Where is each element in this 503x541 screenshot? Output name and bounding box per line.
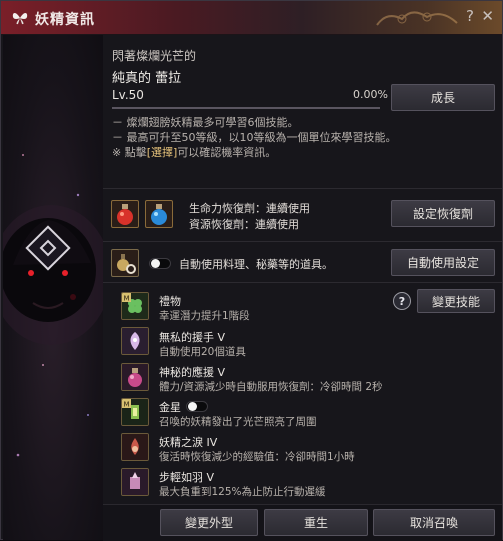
change-look-button[interactable]: 變更外型 [160, 509, 258, 536]
skill-desc: 復活時恢復減少的經驗值：冷卻時間1小時 [159, 451, 355, 463]
toggle-knob [151, 259, 160, 268]
feather-icon [122, 469, 148, 495]
skill-title: 無私的援手 V [159, 331, 226, 344]
auto-use-toggle[interactable] [149, 258, 171, 269]
window-title: 妖精資訊 [35, 12, 95, 28]
fairy-name: 純真的 蕾拉 [112, 71, 182, 86]
toggle-knob [188, 402, 197, 411]
fairy-info-window: 妖精資訊 ? ✕ 閃著燦爛光芒的 純真的 蕾拉 Lv.50 0.00% 成長 －… [0, 0, 503, 541]
fairy-content: 閃著燦爛光芒的 純真的 蕾拉 Lv.50 0.00% 成長 － 燦爛翅膀妖精最多… [103, 35, 502, 540]
note-suffix: 可以確認機率資訊。 [177, 146, 277, 159]
potion-bottle-icon [122, 364, 148, 390]
skill-title: 禮物 [159, 295, 181, 308]
note-probability: ※ 點擊[選擇]可以確認機率資訊。 [112, 145, 276, 160]
clover-icon: M [122, 293, 148, 319]
fairy-portrait [3, 35, 103, 540]
cancel-summon-button[interactable]: 取消召喚 [373, 509, 495, 536]
skill-desc: 最大負重到125%為止防止行動遲緩 [159, 486, 326, 498]
exp-percent: 0.00% [353, 88, 388, 101]
skill-title: 金星 [159, 401, 181, 414]
skill-icon-slot[interactable]: M [121, 292, 149, 320]
svg-text:M: M [124, 295, 130, 303]
gear-bottle-icon [117, 254, 136, 274]
hp-recovery-label: 生命力恢復劑：連續使用 [189, 202, 310, 215]
hp-potion-icon [117, 204, 133, 225]
lantern-icon: M [122, 399, 148, 425]
grow-button[interactable]: 成長 [391, 84, 495, 111]
close-icon[interactable]: ✕ [481, 7, 494, 25]
auto-item-slot[interactable] [111, 249, 139, 277]
skill-title: 步輕如羽 V [159, 471, 215, 484]
skill-light-toggle[interactable] [186, 401, 208, 412]
select-link[interactable]: [選擇] [147, 146, 178, 159]
skill-desc: 幸運潛力提升1階段 [159, 310, 250, 322]
skill-icon-slot[interactable] [121, 327, 149, 355]
hp-potion-slot[interactable] [111, 200, 139, 228]
svg-text:M: M [124, 401, 130, 409]
skill-title: 神秘的應援 V [159, 366, 226, 379]
fairy-hand-icon [122, 328, 148, 354]
skill-icon-slot[interactable] [121, 363, 149, 391]
set-recovery-button[interactable]: 設定恢復劑 [391, 200, 495, 227]
fairy-level: Lv.50 [112, 88, 144, 102]
exp-bar [112, 107, 380, 109]
auto-use-label: 自動使用料理、秘藥等的道具。 [179, 258, 333, 271]
butterfly-icon [12, 13, 28, 25]
divider [103, 282, 502, 283]
note-prefix: ※ 點擊 [112, 146, 147, 159]
mp-potion-icon [151, 204, 167, 225]
mp-potion-slot[interactable] [145, 200, 173, 228]
mp-recovery-label: 資源恢復劑：連續使用 [189, 218, 299, 231]
auto-use-settings-button[interactable]: 自動使用設定 [391, 249, 495, 276]
rebirth-button[interactable]: 重生 [264, 509, 368, 536]
skill-icon-slot[interactable]: M [121, 398, 149, 426]
skill-icon-slot[interactable] [121, 468, 149, 496]
fairy-subtitle: 閃著燦爛光芒的 [112, 49, 197, 63]
note-level-max: － 最高可升至50等級，以10等級為一個單位來學習技能。 [112, 131, 397, 144]
note-skills-max: － 燦爛翅膀妖精最多可學習6個技能。 [112, 116, 299, 129]
divider [103, 188, 502, 189]
skill-title: 妖精之淚 IV [159, 436, 218, 449]
skill-help-icon[interactable]: ? [393, 292, 411, 310]
skill-desc: 自動使用20個道具 [159, 346, 246, 358]
tear-icon [122, 434, 148, 460]
cloud-ornament-icon [376, 11, 458, 26]
title-bar[interactable]: 妖精資訊 ? ✕ [1, 1, 502, 35]
skill-icon-slot[interactable] [121, 433, 149, 461]
change-skill-button[interactable]: 變更技能 [417, 289, 495, 313]
fairy-image [3, 154, 103, 457]
skill-desc: 召喚的妖精發出了光芒照亮了周圍 [159, 416, 317, 428]
help-icon[interactable]: ? [466, 7, 474, 25]
divider [103, 241, 502, 242]
skill-desc: 體力/資源減少時自動服用恢復劑：冷卻時間 2秒 [159, 381, 383, 393]
